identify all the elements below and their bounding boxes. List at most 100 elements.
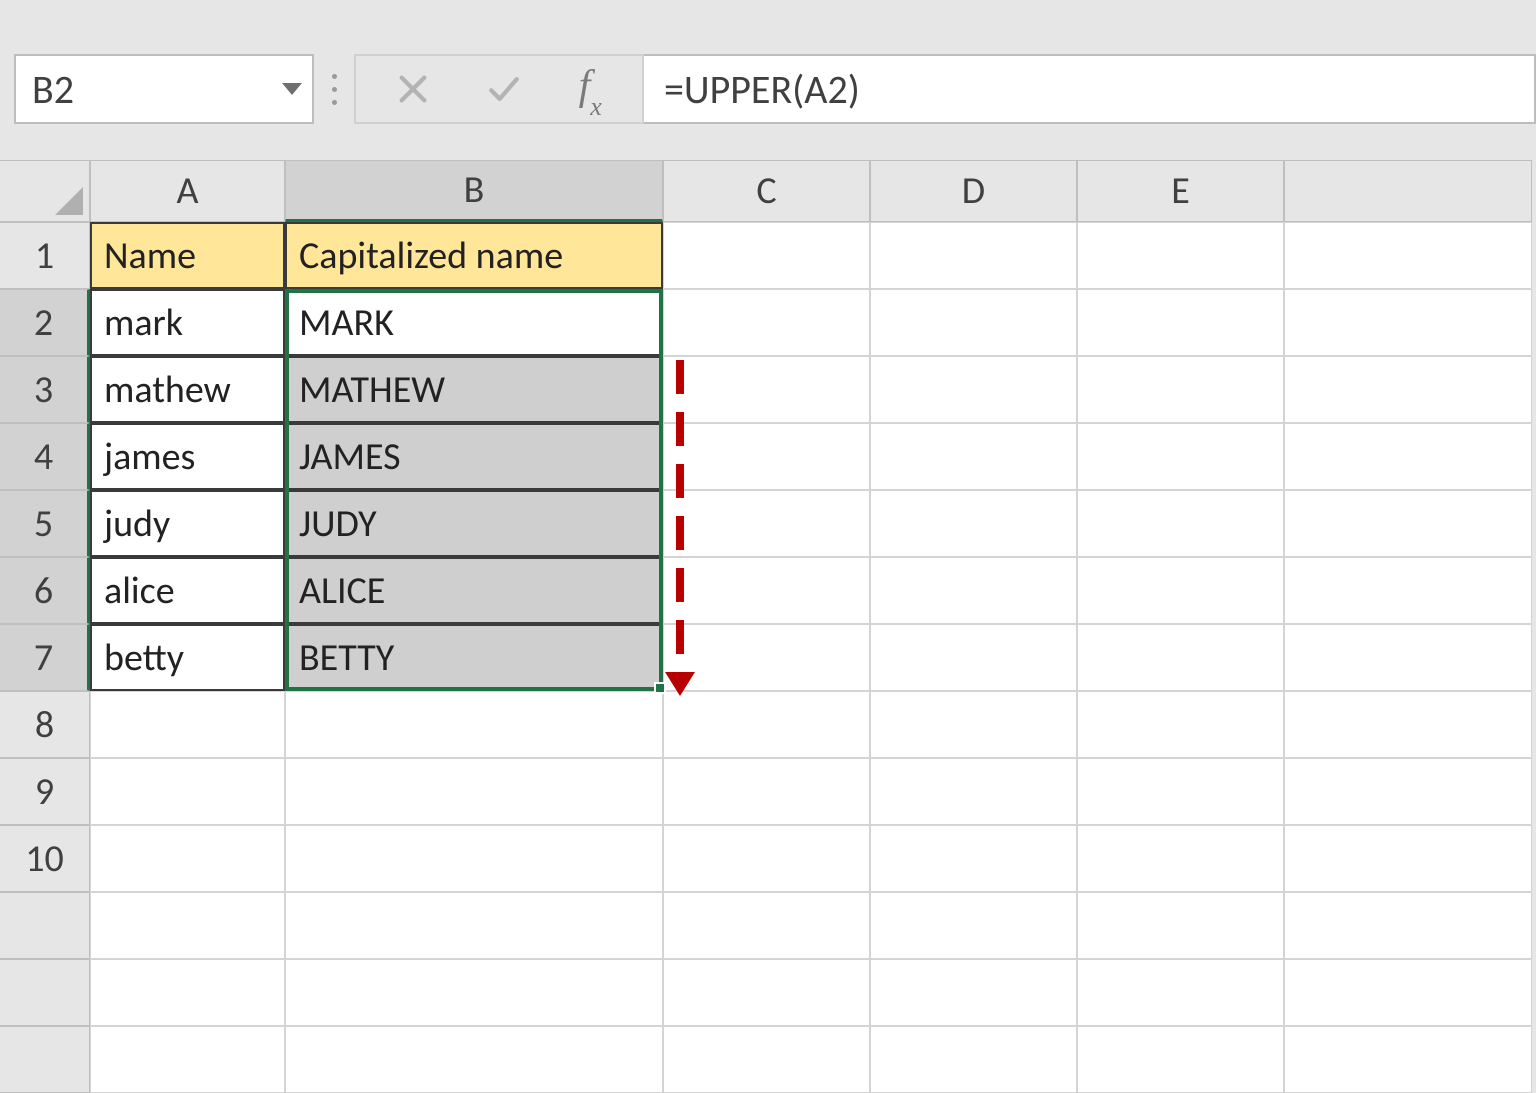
column-header-C[interactable]: C bbox=[663, 160, 870, 222]
row-header-10[interactable]: 10 bbox=[0, 825, 90, 892]
cell-E9[interactable] bbox=[1077, 758, 1284, 825]
cell-D5[interactable] bbox=[870, 490, 1077, 557]
cell-B7[interactable]: BETTY bbox=[285, 624, 663, 691]
cell-E1[interactable] bbox=[1077, 222, 1284, 289]
formula-input[interactable]: =UPPER(A2) bbox=[644, 54, 1536, 124]
cell-A3[interactable]: mathew bbox=[90, 356, 285, 423]
cell-E5[interactable] bbox=[1077, 490, 1284, 557]
cell-D6[interactable] bbox=[870, 557, 1077, 624]
cell-F2[interactable] bbox=[1284, 289, 1532, 356]
column-header-A[interactable]: A bbox=[90, 160, 285, 222]
cell[interactable] bbox=[1284, 892, 1532, 959]
cell[interactable] bbox=[90, 959, 285, 1026]
cell-A4[interactable]: james bbox=[90, 423, 285, 490]
cell-F6[interactable] bbox=[1284, 557, 1532, 624]
cell-B2[interactable]: MARK bbox=[285, 289, 663, 356]
cell-E10[interactable] bbox=[1077, 825, 1284, 892]
cell-B1[interactable]: Capitalized name bbox=[285, 222, 663, 289]
cell-B3[interactable]: MATHEW bbox=[285, 356, 663, 423]
cell-C9[interactable] bbox=[663, 758, 870, 825]
row-header-9[interactable]: 9 bbox=[0, 758, 90, 825]
row-header-3[interactable]: 3 bbox=[0, 356, 90, 423]
cell[interactable] bbox=[870, 892, 1077, 959]
row-header-1[interactable]: 1 bbox=[0, 222, 90, 289]
cell-C8[interactable] bbox=[663, 691, 870, 758]
cell[interactable] bbox=[1284, 959, 1532, 1026]
confirm-formula-icon[interactable] bbox=[482, 72, 526, 106]
cell[interactable] bbox=[663, 1026, 870, 1093]
cell-E3[interactable] bbox=[1077, 356, 1284, 423]
cell-A5[interactable]: judy bbox=[90, 490, 285, 557]
cell-D9[interactable] bbox=[870, 758, 1077, 825]
cell-A7[interactable]: betty bbox=[90, 624, 285, 691]
cell[interactable] bbox=[285, 892, 663, 959]
row-header-6[interactable]: 6 bbox=[0, 557, 90, 624]
cell[interactable] bbox=[1077, 959, 1284, 1026]
cell-D1[interactable] bbox=[870, 222, 1077, 289]
insert-function-icon[interactable]: fx bbox=[579, 62, 602, 115]
cell-C2[interactable] bbox=[663, 289, 870, 356]
cell-D10[interactable] bbox=[870, 825, 1077, 892]
cell-A1[interactable]: Name bbox=[90, 222, 285, 289]
cell[interactable] bbox=[285, 1026, 663, 1093]
column-header-B[interactable]: B bbox=[285, 160, 663, 222]
cell-B6[interactable]: ALICE bbox=[285, 557, 663, 624]
cell-B5[interactable]: JUDY bbox=[285, 490, 663, 557]
cell-B10[interactable] bbox=[285, 825, 663, 892]
cell[interactable] bbox=[1077, 1026, 1284, 1093]
row-header-blank[interactable] bbox=[0, 892, 90, 959]
column-header-overflow[interactable] bbox=[1284, 160, 1532, 222]
cancel-formula-icon[interactable] bbox=[396, 72, 430, 106]
cell-B8[interactable] bbox=[285, 691, 663, 758]
cell[interactable] bbox=[1284, 1026, 1532, 1093]
row-header-8[interactable]: 8 bbox=[0, 691, 90, 758]
cell-F5[interactable] bbox=[1284, 490, 1532, 557]
row-header-5[interactable]: 5 bbox=[0, 490, 90, 557]
cell-D4[interactable] bbox=[870, 423, 1077, 490]
cell-E7[interactable] bbox=[1077, 624, 1284, 691]
cell-E8[interactable] bbox=[1077, 691, 1284, 758]
cell[interactable] bbox=[90, 892, 285, 959]
cell-D3[interactable] bbox=[870, 356, 1077, 423]
cell-F7[interactable] bbox=[1284, 624, 1532, 691]
cell-E6[interactable] bbox=[1077, 557, 1284, 624]
cell[interactable] bbox=[870, 1026, 1077, 1093]
cell-A9[interactable] bbox=[90, 758, 285, 825]
cell-E4[interactable] bbox=[1077, 423, 1284, 490]
name-box[interactable]: B2 bbox=[14, 54, 314, 124]
cell-F8[interactable] bbox=[1284, 691, 1532, 758]
cell-F3[interactable] bbox=[1284, 356, 1532, 423]
cell-A6[interactable]: alice bbox=[90, 557, 285, 624]
cell-F9[interactable] bbox=[1284, 758, 1532, 825]
column-header-E[interactable]: E bbox=[1077, 160, 1284, 222]
formula-bar-resize-grip[interactable] bbox=[314, 54, 354, 124]
cell[interactable] bbox=[663, 959, 870, 1026]
cell-B4[interactable]: JAMES bbox=[285, 423, 663, 490]
row-header-4[interactable]: 4 bbox=[0, 423, 90, 490]
cell-A2[interactable]: mark bbox=[90, 289, 285, 356]
cell-F10[interactable] bbox=[1284, 825, 1532, 892]
cell-A8[interactable] bbox=[90, 691, 285, 758]
row-header-blank[interactable] bbox=[0, 1026, 90, 1093]
name-box-dropdown-icon[interactable] bbox=[282, 83, 302, 95]
cell-D8[interactable] bbox=[870, 691, 1077, 758]
cell-F1[interactable] bbox=[1284, 222, 1532, 289]
column-header-D[interactable]: D bbox=[870, 160, 1077, 222]
cell-C1[interactable] bbox=[663, 222, 870, 289]
cell-D2[interactable] bbox=[870, 289, 1077, 356]
cell-C10[interactable] bbox=[663, 825, 870, 892]
cell[interactable] bbox=[1077, 892, 1284, 959]
row-header-7[interactable]: 7 bbox=[0, 624, 90, 691]
cell[interactable] bbox=[663, 892, 870, 959]
cell-F4[interactable] bbox=[1284, 423, 1532, 490]
select-all-corner[interactable] bbox=[0, 160, 90, 222]
cell-A10[interactable] bbox=[90, 825, 285, 892]
cell-E2[interactable] bbox=[1077, 289, 1284, 356]
cell-B9[interactable] bbox=[285, 758, 663, 825]
cell[interactable] bbox=[90, 1026, 285, 1093]
cell[interactable] bbox=[285, 959, 663, 1026]
row-header-blank[interactable] bbox=[0, 959, 90, 1026]
cell-D7[interactable] bbox=[870, 624, 1077, 691]
row-header-2[interactable]: 2 bbox=[0, 289, 90, 356]
cell[interactable] bbox=[870, 959, 1077, 1026]
